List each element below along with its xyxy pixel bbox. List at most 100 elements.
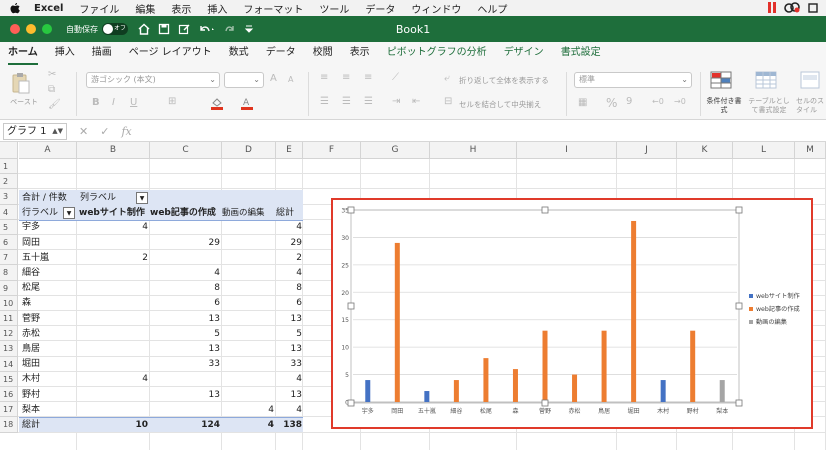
column-filter-button[interactable]: ▼ xyxy=(136,192,148,204)
resize-handle[interactable] xyxy=(347,399,355,407)
chart-bar[interactable] xyxy=(483,358,489,402)
pivot-cell-video-edit[interactable] xyxy=(222,296,274,311)
zoom-window-button[interactable] xyxy=(42,24,52,34)
pivot-cell-web-site[interactable] xyxy=(78,357,148,372)
pivot-row-label[interactable]: 鳥居 xyxy=(22,342,76,357)
row-header[interactable]: 5 xyxy=(0,219,18,235)
select-all-corner[interactable] xyxy=(0,142,18,159)
column-header[interactable]: J xyxy=(617,142,677,159)
row-header[interactable]: 15 xyxy=(0,371,18,387)
fill-color-icon[interactable] xyxy=(210,96,224,110)
row-header[interactable]: 14 xyxy=(0,356,18,372)
menu-edit[interactable]: 編集 xyxy=(135,1,155,16)
cell-style-icon[interactable] xyxy=(800,71,820,89)
pivot-cell-web-site[interactable]: 4 xyxy=(78,372,148,387)
pivot-cell-web-article[interactable] xyxy=(150,403,220,418)
italic-icon[interactable]: I xyxy=(112,97,115,108)
chart-bar[interactable] xyxy=(572,374,578,402)
format-painter-icon[interactable]: 🖌 xyxy=(48,99,61,110)
pivot-cell-video-edit[interactable] xyxy=(222,388,274,403)
chart-bar[interactable] xyxy=(719,380,725,402)
menu-file[interactable]: ファイル xyxy=(79,1,119,16)
resize-handle[interactable] xyxy=(541,399,549,407)
pivot-chart[interactable]: 0 5 10 15 20 25 30 35 宇多 岡田 五十嵐 細谷 松尾森菅野 赤松 鳥居 堀田 木村 野村 梨本… xyxy=(331,198,813,429)
pivot-cell-web-site[interactable] xyxy=(78,327,148,342)
pivot-cell-video-edit[interactable] xyxy=(222,372,274,387)
pivot-cell-total[interactable]: 8 xyxy=(276,281,302,296)
chart-bar[interactable] xyxy=(453,380,459,402)
home-icon[interactable] xyxy=(138,23,150,35)
pivot-cell-web-article[interactable]: 33 xyxy=(150,357,220,372)
pivot-row-label[interactable]: 赤松 xyxy=(22,327,76,342)
name-box[interactable]: グラフ 1 ▲▼ xyxy=(3,122,67,140)
pivot-row-label[interactable]: 宇多 xyxy=(22,220,76,235)
row-header[interactable]: 7 xyxy=(0,250,18,266)
chart-bar[interactable] xyxy=(542,330,548,402)
fx-icon[interactable]: fx xyxy=(121,125,131,138)
wrap-text-button[interactable]: 折り返して全体を表示する xyxy=(459,75,549,86)
pivot-cell-total[interactable]: 5 xyxy=(276,327,302,342)
chart-bar[interactable] xyxy=(394,242,400,402)
pivot-cell-total[interactable]: 4 xyxy=(276,372,302,387)
pivot-row-label[interactable]: 堀田 xyxy=(22,357,76,372)
row-header[interactable]: 12 xyxy=(0,326,18,342)
resize-handle[interactable] xyxy=(347,206,355,214)
row-filter-button[interactable]: ▼ xyxy=(63,207,75,219)
pivot-cell-web-article[interactable]: 8 xyxy=(150,281,220,296)
chart-bar[interactable] xyxy=(660,380,666,402)
tab-home[interactable]: ホーム xyxy=(8,42,38,66)
pivot-cell-web-site[interactable] xyxy=(78,296,148,311)
tab-design[interactable]: デザイン xyxy=(504,42,544,66)
pivot-cell-web-article[interactable]: 29 xyxy=(150,236,220,251)
row-header[interactable]: 13 xyxy=(0,341,18,357)
pivot-row-label[interactable]: 森 xyxy=(22,296,76,311)
resize-handle[interactable] xyxy=(735,399,743,407)
pivot-row-label[interactable]: 木村 xyxy=(22,372,76,387)
pivot-cell-total[interactable]: 33 xyxy=(276,357,302,372)
pivot-cell-web-site[interactable] xyxy=(78,236,148,251)
redo-icon[interactable] xyxy=(224,23,236,35)
pivot-cell-web-article[interactable]: 13 xyxy=(150,388,220,403)
pivot-row-label[interactable]: 五十嵐 xyxy=(22,251,76,266)
row-header[interactable]: 11 xyxy=(0,311,18,327)
pivot-row-label[interactable]: 松尾 xyxy=(22,281,76,296)
chart-bar[interactable] xyxy=(601,330,607,402)
chart-bar[interactable] xyxy=(631,220,637,402)
pivot-cell-web-site[interactable] xyxy=(78,403,148,418)
pivot-cell-web-site[interactable] xyxy=(78,342,148,357)
column-header[interactable]: H xyxy=(430,142,517,159)
pivot-cell-web-site[interactable] xyxy=(78,388,148,403)
pivot-cell-web-article[interactable]: 6 xyxy=(150,296,220,311)
customize-toolbar-icon[interactable] xyxy=(244,23,254,35)
menu-format[interactable]: フォーマット xyxy=(243,1,303,16)
menu-window[interactable]: ウィンドウ xyxy=(411,1,461,16)
row-header[interactable]: 6 xyxy=(0,235,18,251)
pivot-column-label[interactable]: 列ラベル xyxy=(80,191,116,206)
pivot-cell-total[interactable]: 4 xyxy=(276,403,302,418)
row-header[interactable]: 9 xyxy=(0,280,18,296)
autosave-toggle[interactable]: オフ xyxy=(102,23,128,35)
chart-bar[interactable] xyxy=(365,380,371,402)
pivot-cell-web-article[interactable] xyxy=(150,220,220,235)
font-color-icon[interactable]: A xyxy=(240,96,254,110)
align-bottom-icon[interactable]: ≡ xyxy=(364,72,372,83)
table-format-icon[interactable] xyxy=(755,71,777,89)
pivot-cell-web-article[interactable]: 4 xyxy=(150,266,220,281)
tab-draw[interactable]: 描画 xyxy=(92,42,112,66)
cell-style-label[interactable]: セルのスタイル xyxy=(796,97,826,115)
increase-font-icon[interactable]: A xyxy=(270,73,277,84)
pivot-cell-web-article[interactable]: 5 xyxy=(150,327,220,342)
currency-icon[interactable]: ▦ xyxy=(578,97,587,108)
menu-view[interactable]: 表示 xyxy=(171,1,191,16)
number-format-select[interactable]: 標準 ⌄ xyxy=(574,72,692,88)
column-header[interactable]: K xyxy=(677,142,733,159)
apple-icon[interactable] xyxy=(10,2,20,14)
pivot-cell-total[interactable]: 13 xyxy=(276,388,302,403)
edit-icon[interactable] xyxy=(178,23,190,35)
tab-formulas[interactable]: 数式 xyxy=(229,42,249,66)
tab-format[interactable]: 書式設定 xyxy=(561,42,601,66)
orientation-icon[interactable]: ⟋ xyxy=(392,72,399,83)
row-header[interactable]: 17 xyxy=(0,402,18,418)
pivot-cell-total[interactable]: 2 xyxy=(276,251,302,266)
column-header[interactable]: B xyxy=(77,142,150,159)
